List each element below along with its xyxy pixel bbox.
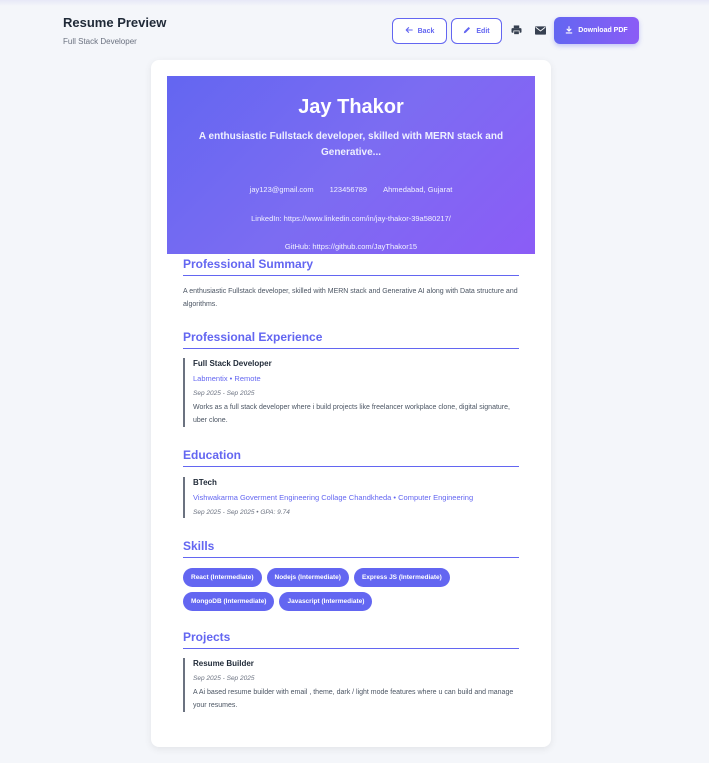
download-pdf-label: Download PDF bbox=[578, 27, 628, 34]
arrow-left-icon bbox=[405, 26, 413, 36]
resume-headline: A enthusiastic Fullstack developer, skil… bbox=[198, 131, 504, 158]
back-button[interactable]: Back bbox=[392, 18, 447, 44]
contact-email: jay123@gmail.com bbox=[249, 185, 314, 194]
education-details: Sep 2025 - Sep 2025 • GPA: 9.74 bbox=[193, 509, 290, 516]
skill-chip: React (Intermediate) bbox=[183, 568, 262, 587]
projects-section-title: Projects bbox=[183, 630, 519, 649]
mail-icon bbox=[534, 22, 546, 40]
skill-chip: Express JS (Intermediate) bbox=[353, 568, 450, 587]
project-name: Resume Builder bbox=[193, 659, 254, 668]
project-entry: Resume Builder Sep 2025 - Sep 2025 A Ai … bbox=[183, 658, 519, 712]
download-pdf-button[interactable]: Download PDF bbox=[554, 17, 639, 44]
contact-linkedin: LinkedIn: https://www.linkedin.com/in/ja… bbox=[251, 214, 451, 223]
email-button[interactable] bbox=[531, 22, 549, 40]
contact-github: GitHub: https://github.com/JayThakor15 bbox=[284, 242, 418, 251]
experience-role: Full Stack Developer bbox=[193, 359, 272, 368]
resume-name: Jay Thakor bbox=[298, 96, 404, 118]
contact-location: Ahmedabad, Gujarat bbox=[383, 185, 453, 194]
page-subtitle: Full Stack Developer bbox=[63, 37, 137, 46]
download-icon bbox=[565, 25, 573, 36]
experience-entry: Full Stack Developer Labmentix • Remote … bbox=[183, 358, 519, 427]
summary-text: A enthusiastic Fullstack developer, skil… bbox=[183, 288, 518, 308]
back-button-label: Back bbox=[417, 27, 435, 35]
skills-list: React (Intermediate) Nodejs (Intermediat… bbox=[183, 568, 519, 611]
experience-dates: Sep 2025 - Sep 2025 bbox=[193, 390, 255, 397]
project-description: A Ai based resume builder with email , t… bbox=[193, 689, 514, 709]
printer-icon bbox=[511, 22, 522, 40]
education-institution: Vishwakarma Goverment Engineering Collag… bbox=[193, 493, 474, 502]
skill-chip: Javascript (Intermediate) bbox=[279, 592, 373, 611]
contact-phone: 123456789 bbox=[329, 185, 368, 194]
skills-section-title: Skills bbox=[183, 539, 519, 558]
education-section-title: Education bbox=[183, 448, 519, 467]
top-bar: Resume Preview Full Stack Developer Back… bbox=[0, 0, 709, 60]
education-degree: BTech bbox=[193, 478, 217, 487]
summary-section-title: Professional Summary bbox=[183, 257, 519, 276]
edit-button-label: Edit bbox=[476, 27, 490, 35]
resume-card: Jay Thakor A enthusiastic Fullstack deve… bbox=[151, 60, 551, 747]
print-button[interactable] bbox=[507, 22, 525, 40]
resume-header: Jay Thakor A enthusiastic Fullstack deve… bbox=[167, 76, 535, 254]
page-title: Resume Preview bbox=[63, 15, 167, 30]
experience-section-title: Professional Experience bbox=[183, 330, 519, 349]
contact-row: jay123@gmail.com 123456789 Ahmedabad, Gu… bbox=[167, 185, 535, 194]
pencil-icon bbox=[463, 26, 471, 36]
edit-button[interactable]: Edit bbox=[451, 18, 502, 44]
experience-description: Works as a full stack developer where i … bbox=[193, 404, 510, 424]
project-dates: Sep 2025 - Sep 2025 bbox=[193, 675, 255, 682]
skill-chip: Nodejs (Intermediate) bbox=[266, 568, 349, 587]
experience-company: Labmentix • Remote bbox=[193, 374, 261, 383]
skill-chip: MongoDB (Intermediate) bbox=[183, 592, 275, 611]
education-entry: BTech Vishwakarma Goverment Engineering … bbox=[183, 477, 519, 518]
